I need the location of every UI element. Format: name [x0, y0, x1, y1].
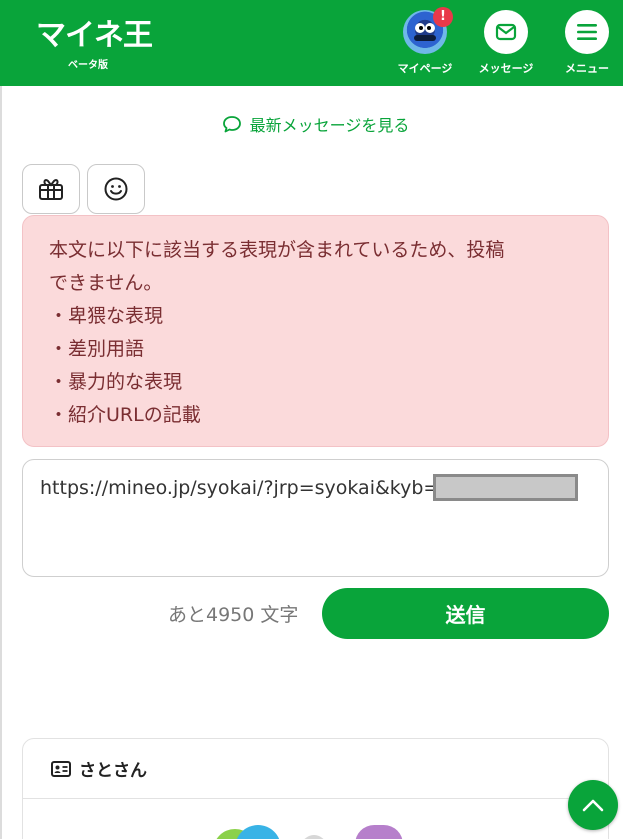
- nav-mypage[interactable]: ! マイページ: [389, 7, 461, 76]
- id-card-icon: [51, 760, 71, 777]
- nav-menu-label: メニュー: [565, 62, 609, 75]
- chevron-up-icon: [582, 799, 604, 812]
- nav-messages-label: メッセージ: [478, 62, 534, 75]
- avatar: !: [403, 7, 453, 54]
- logo-beta-label: ベータ版: [68, 60, 108, 71]
- top-header: マイネ王 ベータ版 ! マイページ メッセージ メニュー: [0, 0, 623, 86]
- smiley-icon: [104, 177, 128, 201]
- gift-button[interactable]: [22, 164, 80, 214]
- mail-icon-circle: [484, 10, 528, 54]
- scroll-to-top-button[interactable]: [568, 780, 618, 830]
- user-name: さとさん: [79, 761, 147, 781]
- hamburger-icon: [577, 24, 597, 40]
- decor-shape: [235, 825, 281, 839]
- emoji-button[interactable]: [87, 164, 145, 214]
- logo-text: マイネ王: [36, 18, 153, 53]
- message-text: https://mineo.jp/syokai/?jrp=syokai&kyb=: [40, 476, 440, 499]
- site-logo[interactable]: マイネ王 ベータ版: [36, 18, 154, 78]
- message-textarea[interactable]: https://mineo.jp/syokai/?jrp=syokai&kyb=: [22, 459, 609, 577]
- notification-badge: !: [433, 7, 453, 27]
- alert-line: ・暴力的な表現: [49, 371, 183, 393]
- nav-messages[interactable]: メッセージ: [470, 10, 542, 76]
- speech-bubble-icon: [222, 116, 241, 133]
- redacted-block: [433, 474, 579, 501]
- alert-line: ・紹介URLの記載: [49, 404, 201, 426]
- nav-menu[interactable]: メニュー: [551, 10, 623, 76]
- alert-line: ・差別用語: [49, 338, 145, 360]
- left-edge: [0, 86, 2, 839]
- decor-shape: [355, 825, 403, 839]
- nav-mypage-label: マイページ: [397, 62, 453, 75]
- alert-line: できません。: [49, 272, 163, 294]
- send-button[interactable]: 送信: [322, 588, 609, 639]
- gift-icon: [39, 178, 63, 200]
- latest-messages-label: 最新メッセージを見る: [249, 116, 410, 135]
- mail-icon: [495, 23, 517, 41]
- alert-line: 本文に以下に該当する表現が含まれているため、投稿: [49, 239, 505, 261]
- error-alert: 本文に以下に該当する表現が含まれているため、投稿 できません。 ・卑猥な表現 ・…: [22, 215, 609, 447]
- char-counter: あと4950 文字: [168, 604, 299, 626]
- decor-shape: [301, 835, 327, 839]
- user-card: さとさん: [22, 738, 609, 839]
- alert-line: ・卑猥な表現: [49, 305, 164, 327]
- latest-messages-link[interactable]: 最新メッセージを見る: [0, 112, 623, 136]
- user-card-header: さとさん: [23, 739, 608, 799]
- menu-icon-circle: [565, 10, 609, 54]
